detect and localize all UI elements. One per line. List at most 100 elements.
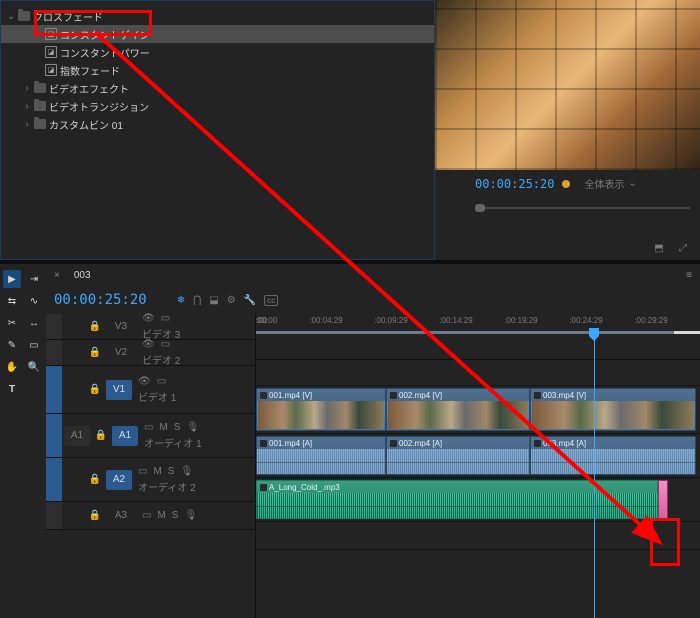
scroll-thumb[interactable] [475, 204, 485, 212]
toggle-output-icon[interactable]: 👁 [142, 339, 155, 350]
clip-title: 003.mp4 [V] [543, 391, 586, 400]
tree-item-constant-power[interactable]: ◪ コンスタントパワー [1, 43, 434, 61]
solo-button[interactable]: S [174, 422, 181, 433]
linked-selection-icon[interactable]: ⋂ [193, 295, 201, 306]
sequence-tab[interactable]: 003 [68, 268, 97, 283]
track-header-a3[interactable]: 🔒 A3 ▭ M S 🎙 [46, 502, 255, 530]
ruler-tick: :00:24:29 [569, 316, 602, 325]
source-patch-v1[interactable]: V1 [106, 380, 132, 400]
source-patch-a1[interactable]: A1 [64, 426, 90, 446]
toggle-output-icon[interactable]: 👁 [138, 376, 151, 387]
panel-menu-icon[interactable]: ≡ [686, 270, 692, 281]
tree-folder-video-effects[interactable]: › ビデオエフェクト [1, 79, 434, 97]
tree-item-exponential-fade[interactable]: ◪ 指数フェード [1, 61, 434, 79]
folder-icon [34, 101, 46, 111]
voice-over-icon[interactable]: 🎙 [184, 510, 197, 521]
slip-tool[interactable]: ↔ [25, 314, 43, 332]
folder-icon [34, 83, 46, 93]
film-icon: ▭ [138, 466, 147, 477]
ruler-tick: :00:14:29 [439, 316, 472, 325]
hand-tool[interactable]: ✋ [3, 358, 21, 376]
lane-a1[interactable]: 001.mp4 [A]002.mp4 [A]003.mp4 [A] [256, 434, 700, 478]
clip[interactable]: A_Long_Cold_.mp3 [256, 480, 658, 519]
track-name: V3 [106, 321, 136, 332]
rate-stretch-tool[interactable]: ∿ [25, 292, 43, 310]
program-monitor-video[interactable] [435, 0, 700, 170]
track-select-tool[interactable]: ⇥ [25, 270, 43, 288]
lock-icon[interactable]: 🔒 [84, 384, 106, 395]
lock-icon[interactable]: 🔒 [84, 510, 106, 521]
chevron-down-icon: ⌄ [7, 11, 15, 22]
fx-badge-icon [260, 484, 267, 491]
target-a1[interactable]: A1 [112, 426, 138, 446]
solo-button[interactable]: S [168, 466, 175, 477]
tool-overflow[interactable] [25, 380, 43, 398]
audio-transition-constant-gain[interactable] [658, 480, 668, 519]
track-label: オーディオ 1 [144, 435, 249, 450]
clip[interactable]: 001.mp4 [A] [256, 436, 386, 475]
playhead-icon[interactable] [589, 328, 599, 336]
solo-button[interactable]: S [172, 510, 179, 521]
clip[interactable]: 002.mp4 [V] [386, 388, 530, 431]
toggle-output-icon[interactable]: 👁 [142, 313, 155, 324]
clip[interactable]: 001.mp4 [V] [256, 388, 386, 431]
clip-title: 002.mp4 [V] [399, 391, 442, 400]
film-icon: ▭ [142, 510, 151, 521]
ruler-tick: :00:04:29 [309, 316, 342, 325]
track-name: V2 [106, 347, 136, 358]
monitor-output-icon[interactable]: ⤢ [676, 241, 690, 255]
program-timecode[interactable]: 00:00:25:20 [475, 177, 554, 191]
cc-icon[interactable]: cc [264, 295, 278, 306]
selection-tool[interactable]: ▶ [3, 270, 21, 288]
timeline-settings-icon[interactable]: ⚙ [227, 295, 236, 306]
snap-icon[interactable]: ❄ [177, 295, 185, 306]
lane-v3[interactable] [256, 334, 700, 360]
lock-icon[interactable]: 🔒 [84, 474, 106, 485]
lock-icon[interactable]: 🔒 [84, 347, 106, 358]
track-header-a2[interactable]: 🔒 A2 ▭ M S 🎙 オーディオ 2 [46, 458, 255, 502]
add-marker-icon[interactable]: ⬓ [209, 295, 218, 306]
mute-button[interactable]: M [157, 510, 165, 521]
rectangle-tool[interactable]: ▭ [25, 336, 43, 354]
time-ruler[interactable]: :00:00:00:00:00:04:29:00:09:29:00:14:29:… [256, 314, 700, 334]
zoom-tool[interactable]: 🔍 [25, 358, 43, 376]
lane-a2[interactable]: A_Long_Cold_.mp3 [256, 478, 700, 522]
voice-over-icon[interactable]: 🎙 [186, 422, 199, 433]
clip[interactable]: 003.mp4 [V] [530, 388, 696, 431]
type-tool[interactable]: T [3, 380, 21, 398]
pen-tool[interactable]: ✎ [3, 336, 21, 354]
timeline-track-area[interactable]: :00:00:00:00:00:04:29:00:09:29:00:14:29:… [256, 314, 700, 618]
clip-title: A_Long_Cold_.mp3 [269, 483, 340, 492]
lock-icon[interactable]: 🔒 [84, 321, 106, 332]
lock-icon[interactable]: 🔒 [90, 430, 112, 441]
sequence-close-icon[interactable]: × [54, 270, 60, 281]
timeline-timecode[interactable]: 00:00:25:20 [54, 292, 147, 308]
ripple-edit-tool[interactable]: ⇆ [3, 292, 21, 310]
razor-tool[interactable]: ✂ [3, 314, 21, 332]
folder-icon [18, 11, 30, 21]
voice-over-icon[interactable]: 🎙 [180, 466, 193, 477]
track-label: ビデオ 2 [142, 352, 249, 367]
tree-folder-video-transitions[interactable]: › ビデオトランジション [1, 97, 434, 115]
track-header-v2[interactable]: 🔒 V2 👁 ▭ ビデオ 2 [46, 340, 255, 366]
mute-button[interactable]: M [153, 466, 161, 477]
lane-v1[interactable]: 001.mp4 [V] 002.mp4 [V] 003.mp4 [V] [256, 386, 700, 434]
track-header-a1[interactable]: A1 🔒 A1 ▭ M S 🎙 オーディオ 1 [46, 414, 255, 458]
tool-palette: ▶ ⇥ ⇆ ∿ ✂ ↔ ✎ ▭ ✋ 🔍 T [0, 264, 46, 618]
film-icon: ▭ [161, 339, 170, 350]
zoom-dropdown[interactable]: 全体表示 ⌄ [578, 174, 642, 193]
track-header-v1[interactable]: 🔒 V1 👁▭ ビデオ 1 [46, 366, 255, 414]
tree-folder-custom-bin[interactable]: › カスタムビン 01 [1, 115, 434, 133]
target-a2[interactable]: A2 [106, 470, 132, 490]
lane-v2[interactable] [256, 360, 700, 386]
monitor-settings-icon[interactable]: ⬒ [652, 241, 666, 255]
ruler-tick: :00:00 [256, 316, 277, 325]
annotation-box-source [34, 10, 152, 36]
program-scrollbar[interactable] [475, 201, 700, 215]
fx-badge-icon [534, 440, 541, 447]
mute-button[interactable]: M [159, 422, 167, 433]
clip[interactable]: 003.mp4 [A] [530, 436, 696, 475]
clip[interactable]: 002.mp4 [A] [386, 436, 530, 475]
wrench-icon[interactable]: 🔧 [244, 295, 256, 306]
lane-a3[interactable] [256, 522, 700, 550]
